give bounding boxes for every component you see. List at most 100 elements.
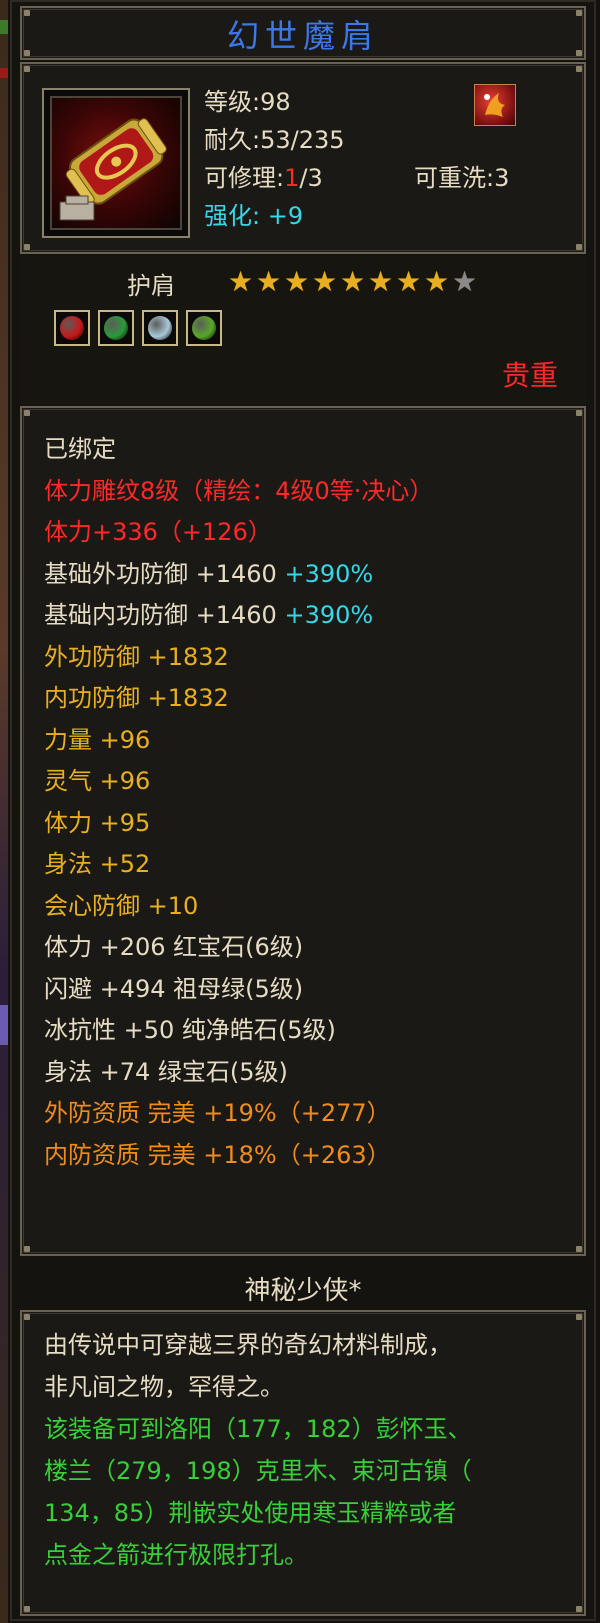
frame-rivet <box>24 410 30 416</box>
item-repair: 可修理:1/3 <box>204 164 323 192</box>
item-name: 幻世魔肩 <box>226 17 379 55</box>
gem-stone <box>60 316 84 340</box>
stat-line: 力量 +96 <box>44 725 150 755</box>
frame-rivet <box>576 10 582 16</box>
stat-line: 冰抗性 +50 纯净皓石(5级) <box>44 1015 336 1045</box>
item-rarity: 贵重 <box>501 359 558 392</box>
item-info-panel: 等级:98 耐久:53/235 可修理:1/3 可重洗:3 强化: +9 <box>20 62 586 254</box>
stats-panel: 已绑定体力雕纹8级（精绘：4级0等·决心） 体力+336（+126） 基础外功防御 … <box>20 406 586 1256</box>
stat-text: 体力 +95 <box>44 808 151 837</box>
fire-emblem-icon <box>474 84 516 126</box>
stat-text: 灵气 +96 <box>44 767 151 795</box>
star-filled-icon: ★ <box>284 265 310 298</box>
stat-text: 外防资质 完美 +19%（+277） <box>44 1099 391 1127</box>
item-enhance: 强化: +9 <box>204 202 304 230</box>
item-rewash: 可重洗:3 <box>414 164 510 192</box>
star-filled-icon: ★ <box>256 265 282 298</box>
stat-line: 闪避 +494 祖母绿(5级) <box>44 974 303 1004</box>
frame-rivet <box>576 1246 582 1252</box>
stat-text: 身法 +74 绿宝石(5级) <box>44 1057 288 1086</box>
stat-text: +390% <box>284 559 374 588</box>
frame-rivet <box>576 244 582 250</box>
title-bar: 幻世魔肩 <box>20 6 586 60</box>
stat-text: 力量 +96 <box>44 725 151 754</box>
frame-rivet <box>576 410 582 416</box>
stat-line: 基础外功防御 +1460 +390% <box>44 559 373 589</box>
stat-text: 外功防御 +1832 <box>44 642 229 671</box>
gem-slots <box>54 310 230 350</box>
frame-rivet <box>24 50 30 56</box>
stat-line: 已绑定 <box>44 434 116 464</box>
description-line: 楼兰（279，198）克里木、束河古镇（ <box>44 1457 472 1485</box>
frame-rivet <box>24 1314 30 1320</box>
gem-stone <box>148 316 172 340</box>
stat-text: 基础外功防御 +1460 <box>44 559 285 588</box>
star-filled-icon: ★ <box>368 265 394 298</box>
stat-line: 身法 +52 <box>44 849 150 879</box>
background-window-edge <box>0 0 8 1623</box>
stat-text: +390% <box>284 601 374 629</box>
description-line: 点金之箭进行极限打孔。 <box>44 1541 308 1569</box>
star-filled-icon: ★ <box>340 265 366 298</box>
item-icon-frame <box>42 88 190 238</box>
stat-line: 体力 +206 红宝石(6级) <box>44 932 303 962</box>
stat-text: 已绑定 <box>44 435 116 463</box>
stat-line: 身法 +74 绿宝石(5级) <box>44 1057 288 1087</box>
description-line: 该装备可到洛阳（177，182）彭怀玉、 <box>44 1415 472 1443</box>
item-maker: 神秘少侠* <box>244 1276 362 1306</box>
item-durability: 耐久:53/235 <box>204 126 345 154</box>
frame-rivet <box>24 10 30 16</box>
item-type-panel: 护肩 ★ ★ ★ ★ ★ ★ ★ ★ ★ 贵重 <box>20 256 586 404</box>
star-filled-icon: ★ <box>312 265 338 298</box>
stat-text: 基础内功防御 +1460 <box>44 601 285 629</box>
star-empty-icon: ★ <box>452 265 478 298</box>
stat-line: 体力+336（+126） <box>44 517 272 547</box>
frame-rivet <box>24 66 30 72</box>
frame-rivet <box>576 50 582 56</box>
stat-text: 内功防御 +1832 <box>44 684 229 712</box>
description-line: 非凡间之物，罕得之。 <box>44 1373 284 1401</box>
repair-total: /3 <box>299 164 323 192</box>
description-line: 由传说中可穿越三界的奇幻材料制成， <box>44 1331 452 1359</box>
item-level: 等级:98 <box>204 88 291 116</box>
gem-stone <box>192 316 216 340</box>
white-gem-icon[interactable] <box>142 310 178 346</box>
description-line: 134，85）荆嵌实处使用寒玉精粹或者 <box>44 1499 457 1527</box>
emerald-gem-icon[interactable] <box>98 310 134 346</box>
stat-line: 体力 +95 <box>44 808 150 838</box>
stat-line: 灵气 +96 <box>44 766 150 796</box>
stat-text: 体力+336（+126） <box>44 518 272 546</box>
stat-line: 外防资质 完美 +19%（+277） <box>44 1098 391 1128</box>
description-panel: 由传说中可穿越三界的奇幻材料制成， 非凡间之物，罕得之。该装备可到洛阳（177，1… <box>20 1310 586 1616</box>
green-gem-icon[interactable] <box>186 310 222 346</box>
star-filled-icon: ★ <box>228 265 254 298</box>
frame-rivet <box>576 1606 582 1612</box>
stat-text: 会心防御 +10 <box>44 891 199 920</box>
edge-marker <box>0 20 8 34</box>
repair-label: 可修理: <box>204 164 285 192</box>
red-gem-icon[interactable] <box>54 310 90 346</box>
stat-line: 内功防御 +1832 <box>44 683 229 713</box>
stat-line: 会心防御 +10 <box>44 891 198 921</box>
star-filled-icon: ★ <box>424 265 450 298</box>
frame-rivet <box>24 244 30 250</box>
item-type: 护肩 <box>127 272 175 300</box>
star-rating: ★ ★ ★ ★ ★ ★ ★ ★ ★ <box>228 268 480 298</box>
frame-rivet <box>24 1606 30 1612</box>
edge-marker <box>0 68 8 78</box>
stat-text: 冰抗性 +50 纯净皓石(5级) <box>44 1016 336 1044</box>
stat-text: 内防资质 完美 +18%（+263） <box>44 1140 391 1169</box>
star-filled-icon: ★ <box>396 265 422 298</box>
stat-line: 内防资质 完美 +18%（+263） <box>44 1140 391 1170</box>
shoulder-armor-icon <box>50 96 182 230</box>
stat-text: 身法 +52 <box>44 850 151 878</box>
stat-line: 体力雕纹8级（精绘：4级0等·决心） <box>44 476 433 506</box>
item-tooltip: 幻世魔肩 等级:98 耐久:53/235 可修理:1/3 可重洗:3 强化: +… <box>10 0 596 1621</box>
edge-marker <box>0 1005 8 1045</box>
frame-rivet <box>576 66 582 72</box>
gem-stone <box>104 316 128 340</box>
frame-rivet <box>576 1314 582 1320</box>
stat-text: 体力 +206 红宝石(6级) <box>44 933 304 961</box>
stat-text: 体力雕纹8级（精绘：4级0等·决心） <box>44 476 434 505</box>
stat-line: 外功防御 +1832 <box>44 642 229 672</box>
